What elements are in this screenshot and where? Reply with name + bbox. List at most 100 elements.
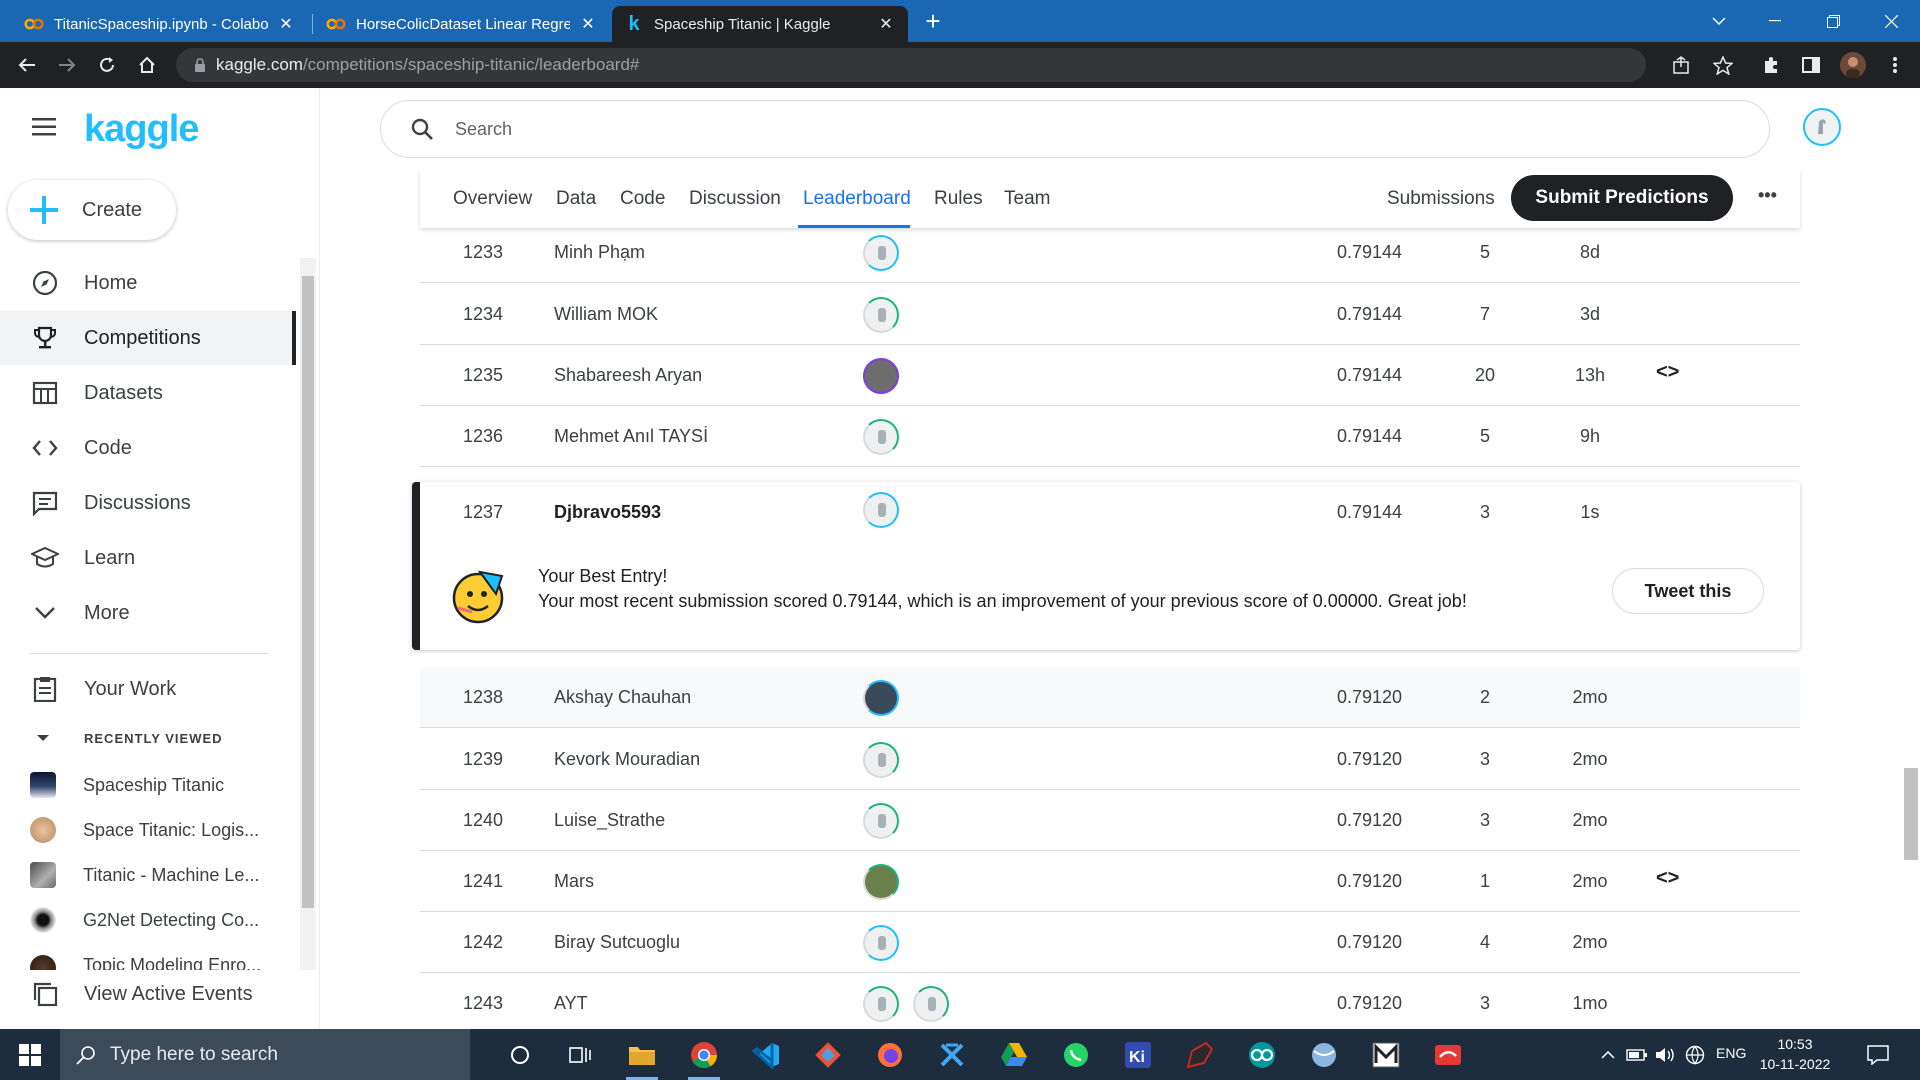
tab-rules[interactable]: Rules xyxy=(934,188,983,210)
team-name[interactable]: William MOK xyxy=(554,304,658,325)
red-app-icon[interactable] xyxy=(1430,1037,1466,1073)
member-avatar[interactable] xyxy=(863,492,899,528)
forward-icon[interactable] xyxy=(52,50,82,80)
restore-icon[interactable] xyxy=(1810,0,1856,42)
leaderboard-row[interactable]: 1238 Akshay Chauhan 0.79120 2 2mo xyxy=(420,667,1800,728)
browser-tab-colab-2[interactable]: HorseColicDataset Linear Regress ✕ xyxy=(314,6,610,42)
kicad-icon[interactable]: Ki xyxy=(1120,1037,1156,1073)
leaderboard-row[interactable]: 1236 Mehmet Anıl TAYSİ 0.79144 5 9h xyxy=(420,406,1800,467)
page-scrollbar[interactable] xyxy=(1902,170,1920,1029)
tab-code[interactable]: Code xyxy=(620,188,665,210)
tab-leaderboard[interactable]: Leaderboard xyxy=(803,188,911,210)
member-avatar[interactable] xyxy=(863,419,899,455)
submit-predictions-button[interactable]: Submit Predictions xyxy=(1511,175,1733,221)
team-name[interactable]: Shabareesh Aryan xyxy=(554,365,702,386)
kaggle-logo[interactable]: kaggle xyxy=(84,108,199,151)
vscode-icon[interactable] xyxy=(748,1037,784,1073)
task-view-circle-icon[interactable] xyxy=(502,1037,538,1073)
member-avatar[interactable] xyxy=(863,235,899,271)
tab-discussion[interactable]: Discussion xyxy=(689,188,781,210)
sidebar-item-competitions[interactable]: Competitions xyxy=(0,311,296,365)
leaderboard-row[interactable]: 1234 William MOK 0.79144 7 3d xyxy=(420,284,1800,345)
battery-icon[interactable] xyxy=(1624,1037,1650,1073)
more-options-icon[interactable]: ••• xyxy=(1758,185,1777,206)
member-avatar[interactable] xyxy=(863,803,899,839)
back-icon[interactable] xyxy=(12,50,42,80)
bookmark-star-icon[interactable] xyxy=(1708,50,1738,80)
sidebar-item-learn[interactable]: Learn xyxy=(0,531,296,585)
new-tab-icon[interactable]: + xyxy=(912,0,954,42)
member-avatar[interactable] xyxy=(863,358,899,394)
chrome-icon[interactable] xyxy=(686,1037,722,1080)
browser-menu-icon[interactable] xyxy=(1880,50,1910,80)
show-hidden-icons[interactable] xyxy=(1596,1037,1620,1073)
tab-data[interactable]: Data xyxy=(556,188,596,210)
taskbar-search-box[interactable]: Type here to search xyxy=(60,1029,470,1080)
sidebar-item-datasets[interactable]: Datasets xyxy=(0,366,296,420)
recent-item[interactable]: Titanic - Machine Le... xyxy=(0,853,296,897)
task-view-icon[interactable] xyxy=(562,1037,598,1073)
member-avatar[interactable] xyxy=(863,925,899,961)
windows-start-icon[interactable] xyxy=(12,1037,48,1073)
view-active-events[interactable]: View Active Events xyxy=(0,970,296,1018)
browser-tab-colab-1[interactable]: TitanicSpaceship.ipynb - Colabor ✕ xyxy=(12,6,308,42)
reload-icon[interactable] xyxy=(92,50,122,80)
team-name[interactable]: Mehmet Anıl TAYSİ xyxy=(554,426,708,447)
member-avatar[interactable] xyxy=(863,986,899,1022)
page-scrollbar-thumb[interactable] xyxy=(1904,768,1918,860)
team-name[interactable]: Akshay Chauhan xyxy=(554,687,691,708)
matlab-icon[interactable] xyxy=(1368,1037,1404,1073)
language-indicator[interactable]: ENG xyxy=(1716,1045,1746,1061)
minimize-icon[interactable] xyxy=(1752,0,1798,42)
sidebar-scrollbar-thumb[interactable] xyxy=(302,276,314,908)
leaderboard-row[interactable]: 1239 Kevork Mouradian 0.79120 3 2mo xyxy=(420,729,1800,790)
system-clock[interactable]: 10:53 10-11-2022 xyxy=(1750,1034,1840,1074)
sidebar-item-code[interactable]: Code xyxy=(0,421,296,475)
volume-icon[interactable] xyxy=(1652,1037,1678,1073)
lock-icon[interactable] xyxy=(194,57,206,73)
git-app-icon[interactable] xyxy=(810,1037,846,1073)
sidebar-item-your-work[interactable]: Your Work xyxy=(0,662,296,716)
drive-app-icon[interactable] xyxy=(996,1037,1032,1073)
home-icon[interactable] xyxy=(132,50,162,80)
team-name[interactable]: Kevork Mouradian xyxy=(554,749,700,770)
submissions-link[interactable]: Submissions xyxy=(1387,188,1495,210)
share-icon[interactable] xyxy=(1666,50,1696,80)
close-tab-icon[interactable]: ✕ xyxy=(578,14,598,34)
tweet-this-button[interactable]: Tweet this xyxy=(1612,568,1764,614)
x-app-icon[interactable] xyxy=(934,1037,970,1073)
member-avatar[interactable] xyxy=(863,742,899,778)
team-name[interactable]: Minh Phạm xyxy=(554,242,645,263)
team-name[interactable]: Luise_Strathe xyxy=(554,810,665,831)
tab-search-chevron-icon[interactable] xyxy=(1696,0,1742,42)
recent-item[interactable]: Space Titanic: Logis... xyxy=(0,808,296,852)
arduino-icon[interactable] xyxy=(1244,1037,1280,1073)
firefox-icon[interactable] xyxy=(872,1037,908,1073)
leaderboard-row[interactable]: 1233 Minh Phạm 0.79144 5 8d xyxy=(420,222,1800,283)
close-window-icon[interactable] xyxy=(1868,0,1914,42)
globe-app-icon[interactable] xyxy=(1306,1037,1342,1073)
recent-item[interactable]: G2Net Detecting Co... xyxy=(0,898,296,942)
address-bar[interactable]: kaggle.com/competitions/spaceship-titani… xyxy=(176,48,1646,82)
tab-team[interactable]: Team xyxy=(1004,188,1050,210)
network-globe-icon[interactable] xyxy=(1682,1037,1708,1073)
member-avatar[interactable] xyxy=(863,680,899,716)
team-name[interactable]: Biray Sutcuoglu xyxy=(554,932,680,953)
team-name[interactable]: Djbravo5593 xyxy=(554,502,661,523)
leaderboard-row[interactable]: 1242 Biray Sutcuoglu 0.79120 4 2mo xyxy=(420,912,1800,973)
member-avatar[interactable] xyxy=(863,297,899,333)
close-tab-icon[interactable]: ✕ xyxy=(876,14,896,34)
recent-item[interactable]: Topic Modeling Enro... xyxy=(0,943,296,973)
whatsapp-icon[interactable] xyxy=(1058,1037,1094,1073)
side-panel-icon[interactable] xyxy=(1796,50,1826,80)
team-name[interactable]: Mars xyxy=(554,871,594,892)
notifications-icon[interactable] xyxy=(1860,1037,1896,1073)
sidebar-item-more[interactable]: More xyxy=(0,586,296,640)
code-link-icon[interactable]: <> xyxy=(1656,867,1679,890)
leaderboard-row[interactable]: 1241 Mars 0.79120 1 2mo <> xyxy=(420,851,1800,912)
leaderboard-row[interactable]: 1235 Shabareesh Aryan 0.79144 20 13h <> xyxy=(420,345,1800,406)
pen-app-icon[interactable] xyxy=(1182,1037,1218,1073)
hamburger-menu-icon[interactable] xyxy=(32,118,56,136)
recently-viewed-toggle[interactable] xyxy=(36,734,50,742)
recent-item[interactable]: Spaceship Titanic xyxy=(0,763,296,807)
